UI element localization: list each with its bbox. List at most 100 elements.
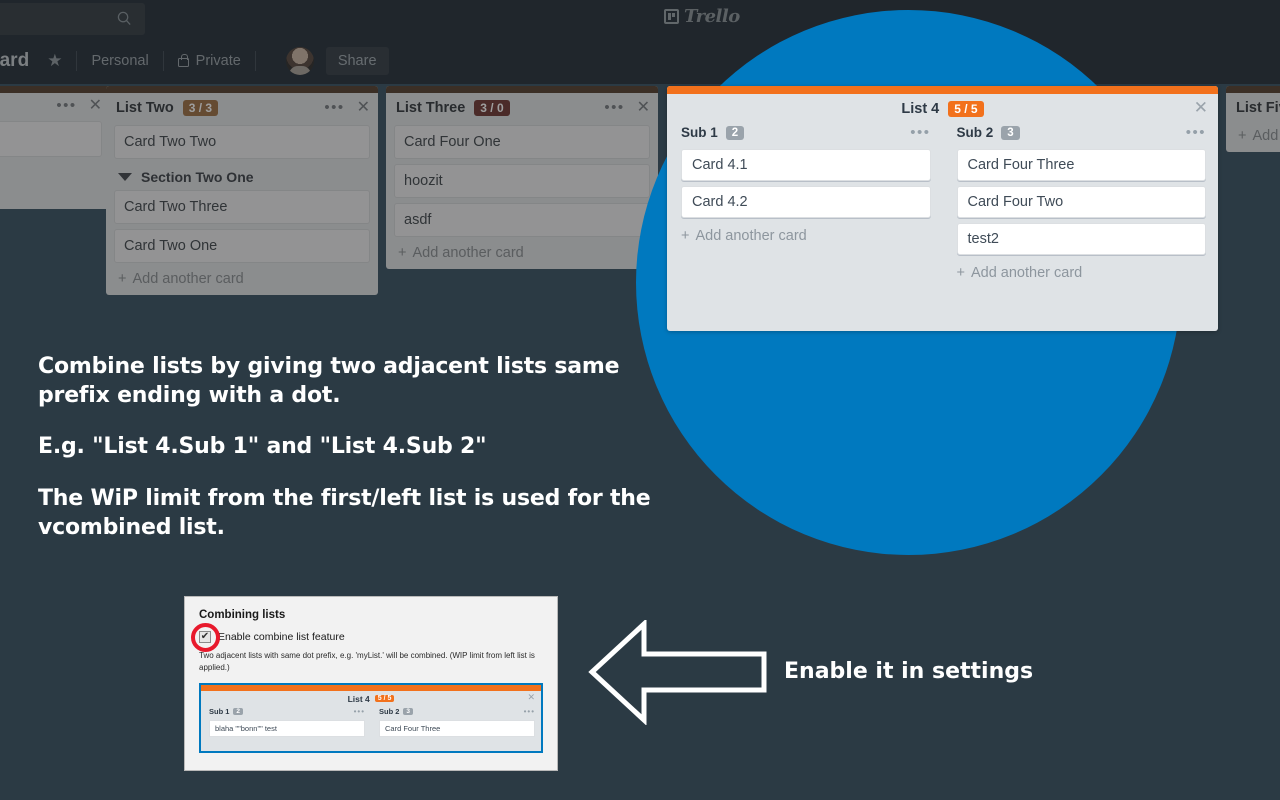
preview-list-title: List 4: [347, 693, 370, 704]
preview-sub-count: 2: [233, 708, 244, 716]
divider: [254, 51, 256, 71]
left-arrow-icon: [588, 618, 767, 726]
board-title[interactable]: oard: [0, 50, 29, 72]
board-org-label[interactable]: Personal: [91, 53, 148, 69]
card[interactable]: Card Two Two: [114, 125, 370, 159]
preview-close-icon: ✕: [527, 692, 535, 703]
preview-sub-header: Sub 2 3 •••: [371, 706, 541, 718]
settings-panel: Combining lists ✔ Enable combine list fe…: [185, 597, 557, 770]
preview-sub-title: Sub 1: [209, 707, 230, 717]
card[interactable]: Card Two Three: [114, 190, 370, 224]
board-visibility-text: Private: [195, 53, 241, 69]
preview-card: blaha ""bonn"" test: [209, 720, 365, 738]
add-another-card-button[interactable]: + Add another card: [957, 265, 1219, 281]
caption-line-3: The WiP limit from the first/left list i…: [38, 486, 651, 541]
list-title[interactable]: List Three: [396, 100, 465, 116]
plus-icon: +: [118, 271, 127, 287]
sub-list-title[interactable]: Sub 2: [957, 125, 994, 140]
list-menu-icon[interactable]: •••: [324, 100, 344, 115]
card[interactable]: [0, 121, 102, 157]
settings-description: Two adjacent lists with same dot prefix,…: [199, 651, 535, 672]
plus-icon: +: [956, 265, 965, 281]
highlight-ring-annotation: [191, 623, 220, 652]
list-column-list-four: List 4 5 / 5 ✕ Sub 1 2 ••• Card 4.1 Card…: [667, 86, 1218, 331]
add-another-card-label: Add another card: [695, 228, 807, 244]
board-org-text: Personal: [91, 53, 149, 69]
lock-icon: [177, 53, 189, 67]
wip-badge: 3 / 0: [474, 100, 510, 116]
plus-icon: +: [1238, 128, 1247, 144]
sub-list-container: Sub 1 2 ••• Card 4.1 Card 4.2 + Add anot…: [667, 124, 1218, 281]
preview-sub-menu-icon: •••: [523, 706, 535, 716]
list-topbar: [386, 86, 658, 93]
close-icon[interactable]: ✕: [89, 98, 102, 114]
chevron-down-icon: [118, 173, 132, 181]
preview-sub-header: Sub 1 2 •••: [201, 706, 371, 718]
share-button[interactable]: Share: [325, 47, 389, 75]
close-icon[interactable]: ✕: [1194, 98, 1208, 118]
sub-list-sub-1: Sub 1 2 ••• Card 4.1 Card 4.2 + Add anot…: [667, 124, 943, 281]
star-icon[interactable]: ★: [47, 51, 62, 71]
card[interactable]: Card Four Two: [956, 186, 1206, 218]
add-another-card-label: Add another card: [132, 271, 244, 287]
list-title[interactable]: List Two: [116, 100, 174, 116]
enable-combine-list-row[interactable]: ✔ Enable combine list feature: [191, 623, 543, 652]
list-menu-icon[interactable]: •••: [56, 98, 76, 113]
card[interactable]: [0, 162, 102, 198]
preview-sub-menu-icon: •••: [353, 706, 365, 716]
list-section-label: Section Two One: [141, 169, 254, 185]
card[interactable]: Card Two One: [114, 229, 370, 263]
preview-list-header: List 4 5 / 5 ✕: [201, 691, 541, 706]
sub-list-menu-icon[interactable]: •••: [910, 125, 930, 140]
caption-line-1: Combine lists by giving two adjacent lis…: [38, 354, 620, 409]
list-menu-icon[interactable]: •••: [604, 100, 624, 115]
wip-badge: 3 / 3: [182, 100, 219, 116]
list-column-list-two: List Two 3 / 3 ••• ✕ Card Two Two Sectio…: [106, 86, 378, 295]
close-icon[interactable]: ✕: [637, 100, 650, 116]
list-topbar: [1226, 86, 1280, 93]
plus-icon: +: [681, 228, 690, 244]
trello-logo-mark-icon: [664, 9, 679, 24]
trello-logo[interactable]: Trello: [664, 6, 740, 27]
card[interactable]: Card Four Three: [956, 149, 1206, 181]
sub-list-menu-icon[interactable]: •••: [1186, 125, 1206, 140]
list-topbar: [0, 86, 110, 93]
list-column-list-five: List Five + Add: [1226, 86, 1280, 152]
callout-label: Enable it in settings: [784, 659, 1034, 684]
add-another-card-button[interactable]: + Add another card: [681, 228, 943, 244]
close-icon[interactable]: ✕: [357, 100, 370, 116]
sub-list-count-badge: 3: [1001, 125, 1020, 140]
sub-list-count-badge: 2: [725, 125, 745, 140]
search-input[interactable]: [0, 3, 145, 35]
add-another-card-label: Add another card: [412, 245, 524, 261]
search-icon: [117, 11, 131, 25]
preview-sub-count: 3: [403, 708, 414, 716]
board-visibility[interactable]: Private: [177, 53, 241, 69]
sub-list-title[interactable]: Sub 1: [681, 125, 718, 140]
preview-sub-1: Sub 1 2 ••• blaha ""bonn"" test: [201, 706, 371, 738]
preview-sub-2: Sub 2 3 ••• Card Four Three: [371, 706, 541, 738]
avatar[interactable]: [285, 47, 314, 75]
card[interactable]: asdf: [394, 203, 650, 237]
card[interactable]: Card 4.1: [681, 149, 931, 181]
add-another-card-button[interactable]: + Add: [1238, 128, 1280, 144]
list-title[interactable]: List Five: [1236, 100, 1280, 116]
card[interactable]: Card 4.2: [681, 186, 931, 218]
card[interactable]: hoozit: [394, 164, 650, 198]
settings-heading: Combining lists: [199, 609, 286, 621]
add-another-card-label: Add another card: [970, 265, 1083, 281]
list-topbar: [106, 86, 378, 93]
caption-line-2: E.g. "List 4.Sub 1" and "List 4.Sub 2": [38, 434, 487, 459]
add-another-card-button[interactable]: + Add another card: [398, 245, 648, 261]
preview-card: Card Four Three: [379, 720, 535, 738]
list-title[interactable]: List 4: [901, 101, 939, 117]
list-section-header[interactable]: Section Two One: [118, 169, 368, 185]
sub-list-header: Sub 2 3 •••: [943, 124, 1219, 144]
card[interactable]: test2: [956, 223, 1206, 255]
trello-logo-text: Trello: [684, 6, 740, 27]
card[interactable]: Card Four One: [394, 125, 650, 159]
sub-list-sub-2: Sub 2 3 ••• Card Four Three Card Four Tw…: [943, 124, 1219, 281]
list-column-list-three: List Three 3 / 0 ••• ✕ Card Four One hoo…: [386, 86, 658, 269]
add-another-card-button[interactable]: + Add another card: [118, 271, 368, 287]
list-topbar-accent: [667, 86, 1218, 94]
